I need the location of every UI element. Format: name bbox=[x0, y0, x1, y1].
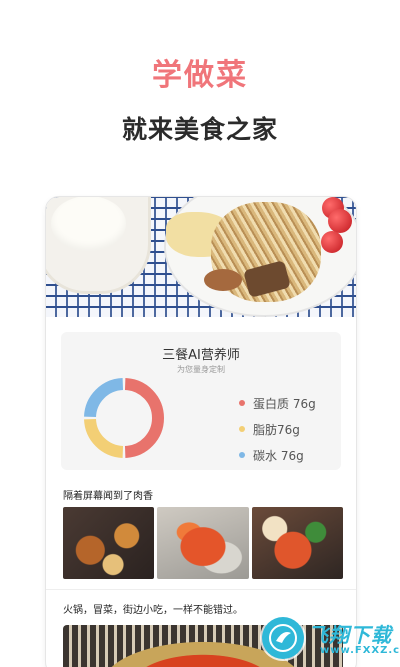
crab-pot-photo[interactable] bbox=[251, 507, 343, 579]
macro-donut-chart bbox=[84, 378, 164, 458]
carbs-arc bbox=[84, 378, 124, 418]
macro-legend: 蛋白质 76g 脂肪76g 碳水 76g bbox=[239, 390, 316, 468]
fat-arc bbox=[84, 418, 124, 458]
app-preview-card: 三餐AI营养师 为您量身定制 蛋白质 76g 脂肪76g 碳水 76g 隔着屏幕… bbox=[45, 196, 357, 667]
legend-protein: 蛋白质 76g bbox=[239, 390, 316, 416]
nutritionist-title: 三餐AI营养师 bbox=[162, 348, 240, 363]
protein-dot-icon bbox=[239, 400, 245, 406]
breakfast-hero-image bbox=[46, 197, 356, 317]
bbq-platter-photo[interactable] bbox=[63, 507, 155, 579]
legend-fat-label: 脂肪76g bbox=[253, 422, 300, 437]
legend-protein-label: 蛋白质 76g bbox=[253, 396, 316, 411]
lobster-photo[interactable] bbox=[157, 507, 249, 579]
headline: 学做菜 bbox=[152, 58, 248, 93]
download-site-watermark: 飞翔下载 www.FXXZ.com bbox=[262, 617, 400, 661]
subheadline: 就来美食之家 bbox=[121, 115, 278, 144]
watermark-logo-icon bbox=[262, 617, 304, 659]
milk-mug bbox=[46, 197, 151, 294]
legend-fat: 脂肪76g bbox=[239, 416, 316, 442]
section-divider bbox=[46, 589, 356, 590]
watermark-brand: 飞翔下载 bbox=[308, 623, 392, 647]
ai-nutritionist-card[interactable]: 三餐AI营养师 为您量身定制 蛋白质 76g 脂肪76g 碳水 76g bbox=[61, 332, 341, 470]
hotpot-section-title: 火锅，冒菜，街边小吃，一样不能错过。 bbox=[63, 605, 243, 616]
fat-dot-icon bbox=[239, 426, 245, 432]
carbs-dot-icon bbox=[239, 452, 245, 458]
protein-arc bbox=[124, 378, 164, 458]
watermark-url: www.FXXZ.com bbox=[320, 645, 400, 656]
legend-carbs: 碳水 76g bbox=[239, 442, 316, 468]
meat-photo-row bbox=[63, 507, 343, 579]
meat-section-title: 隔着屏幕闻到了肉香 bbox=[63, 491, 153, 502]
legend-carbs-label: 碳水 76g bbox=[253, 448, 304, 463]
